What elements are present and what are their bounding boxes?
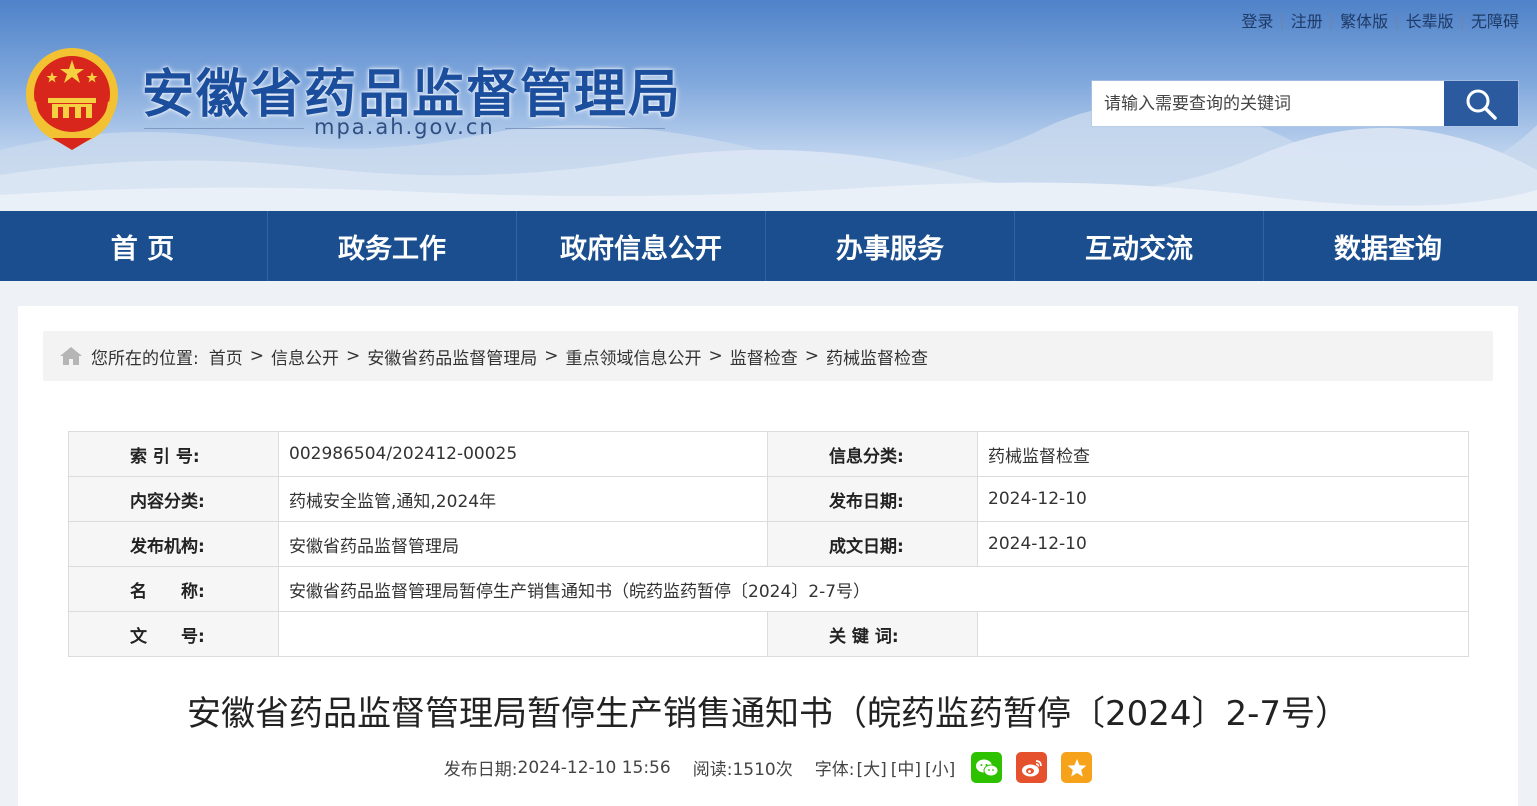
search-input[interactable] <box>1092 81 1444 126</box>
favorite-button[interactable] <box>1061 752 1093 783</box>
breadcrumb-home[interactable]: 首页 <box>209 344 243 369</box>
content-category-value: 药械安全监管,通知,2024年 <box>278 476 768 522</box>
font-size-medium-button[interactable]: [中] <box>891 755 921 780</box>
publish-date-label: 发布日期: <box>767 476 978 522</box>
breadcrumb-supervision[interactable]: 监督检查 <box>730 344 798 369</box>
created-date-label: 成文日期: <box>767 521 978 567</box>
font-size-large-button[interactable]: [大] <box>856 755 886 780</box>
traditional-chinese-link[interactable]: 繁体版 <box>1340 8 1388 32</box>
publishing-org-label: 发布机构: <box>68 521 279 567</box>
article-meta: 发布日期: 2024-12-10 15:56 阅读: 1510次 字体: [大]… <box>18 752 1518 783</box>
article-publish-time: 2024-12-10 15:56 <box>517 757 671 778</box>
search-button[interactable] <box>1444 81 1518 126</box>
site-domain: mpa.ah.gov.cn <box>314 115 495 139</box>
content-category-label: 内容分类: <box>68 476 279 522</box>
table-row: 索 引 号: 002986504/202412-00025 信息分类: 药械监督… <box>68 431 1469 477</box>
table-row: 发布机构: 安徽省药品监督管理局 成文日期: 2024-12-10 <box>68 521 1469 567</box>
font-size-small-button[interactable]: [小] <box>925 755 955 780</box>
read-count-label: 阅读: <box>692 760 733 780</box>
info-category-value: 药械监督检查 <box>977 431 1469 477</box>
search-icon <box>1466 89 1497 120</box>
keywords-label: 关 键 词: <box>767 611 978 657</box>
breadcrumb-info-disclosure[interactable]: 信息公开 <box>271 344 339 369</box>
login-link[interactable]: 登录 <box>1241 8 1273 32</box>
name-label: 名 称: <box>68 566 279 612</box>
created-date-value: 2024-12-10 <box>977 521 1469 567</box>
search-bar <box>1092 81 1518 126</box>
site-header: 登录 | 注册 | 繁体版 | 长辈版 | 无障碍 安徽省药品监督管理局 mpa… <box>0 0 1537 211</box>
divider: | <box>1459 10 1465 30</box>
publish-date-value: 2024-12-10 <box>977 476 1469 522</box>
index-value: 002986504/202412-00025 <box>278 431 768 477</box>
breadcrumb-bureau[interactable]: 安徽省药品监督管理局 <box>367 344 537 369</box>
share-weibo-button[interactable] <box>1016 752 1048 783</box>
table-row: 内容分类: 药械安全监管,通知,2024年 发布日期: 2024-12-10 <box>68 476 1469 522</box>
register-link[interactable]: 注册 <box>1291 8 1323 32</box>
divider: | <box>1279 10 1285 30</box>
nav-item-government-work[interactable]: 政务工作 <box>267 211 516 281</box>
breadcrumb-drug-device-inspection[interactable]: 药械监督检查 <box>826 344 928 369</box>
article-title: 安徽省药品监督管理局暂停生产销售通知书（皖药监药暂停〔2024〕2-7号） <box>186 694 1350 734</box>
font-size-label: 字体: <box>814 760 855 780</box>
star-icon <box>1067 758 1087 777</box>
document-number-label: 文 号: <box>68 611 279 657</box>
read-count-value: 1510次 <box>732 760 793 780</box>
nav-item-services[interactable]: 办事服务 <box>765 211 1014 281</box>
nav-item-interaction[interactable]: 互动交流 <box>1014 211 1263 281</box>
document-metadata-table: 索 引 号: 002986504/202412-00025 信息分类: 药械监督… <box>68 431 1469 657</box>
table-row: 名 称: 安徽省药品监督管理局暂停生产销售通知书（皖药监药暂停〔2024〕2-7… <box>68 566 1469 612</box>
breadcrumb: 您所在的位置: 首页 > 信息公开 > 安徽省药品监督管理局 > 重点领域信息公… <box>43 331 1493 381</box>
article-publish-label: 发布日期: <box>443 760 518 780</box>
breadcrumb-separator: > <box>804 346 819 366</box>
divider: | <box>1328 10 1335 30</box>
domain-underline-left <box>144 128 304 129</box>
content-panel: 您所在的位置: 首页 > 信息公开 > 安徽省药品监督管理局 > 重点领域信息公… <box>18 306 1518 806</box>
nav-item-data-query[interactable]: 数据查询 <box>1263 211 1512 281</box>
keywords-value <box>977 611 1469 657</box>
name-value: 安徽省药品监督管理局暂停生产销售通知书（皖药监药暂停〔2024〕2-7号） <box>278 566 1469 612</box>
share-wechat-button[interactable] <box>971 752 1003 783</box>
weibo-icon <box>1021 759 1042 776</box>
wechat-icon <box>975 759 999 776</box>
table-row: 文 号: 关 键 词: <box>68 611 1469 657</box>
document-number-value <box>278 611 768 657</box>
publishing-org-value: 安徽省药品监督管理局 <box>278 521 768 567</box>
domain-underline-right <box>505 128 665 129</box>
divider: | <box>1394 10 1400 30</box>
national-emblem-icon <box>26 48 118 150</box>
breadcrumb-separator: > <box>708 346 723 366</box>
breadcrumb-separator: > <box>345 346 361 366</box>
main-nav: 首 页 政务工作 政府信息公开 办事服务 互动交流 数据查询 <box>0 211 1537 281</box>
home-icon <box>59 346 83 366</box>
breadcrumb-separator: > <box>249 346 264 366</box>
index-label: 索 引 号: <box>68 431 279 477</box>
info-category-label: 信息分类: <box>767 431 978 477</box>
breadcrumb-separator: > <box>544 346 559 366</box>
breadcrumb-prefix: 您所在的位置: <box>91 348 199 369</box>
accessibility-link[interactable]: 无障碍 <box>1471 8 1519 32</box>
top-links: 登录 | 注册 | 繁体版 | 长辈版 | 无障碍 <box>1241 8 1519 32</box>
breadcrumb-key-areas[interactable]: 重点领域信息公开 <box>565 344 701 369</box>
nav-item-information-disclosure[interactable]: 政府信息公开 <box>516 211 765 281</box>
nav-item-home[interactable]: 首 页 <box>18 211 267 281</box>
elder-mode-link[interactable]: 长辈版 <box>1406 8 1454 32</box>
